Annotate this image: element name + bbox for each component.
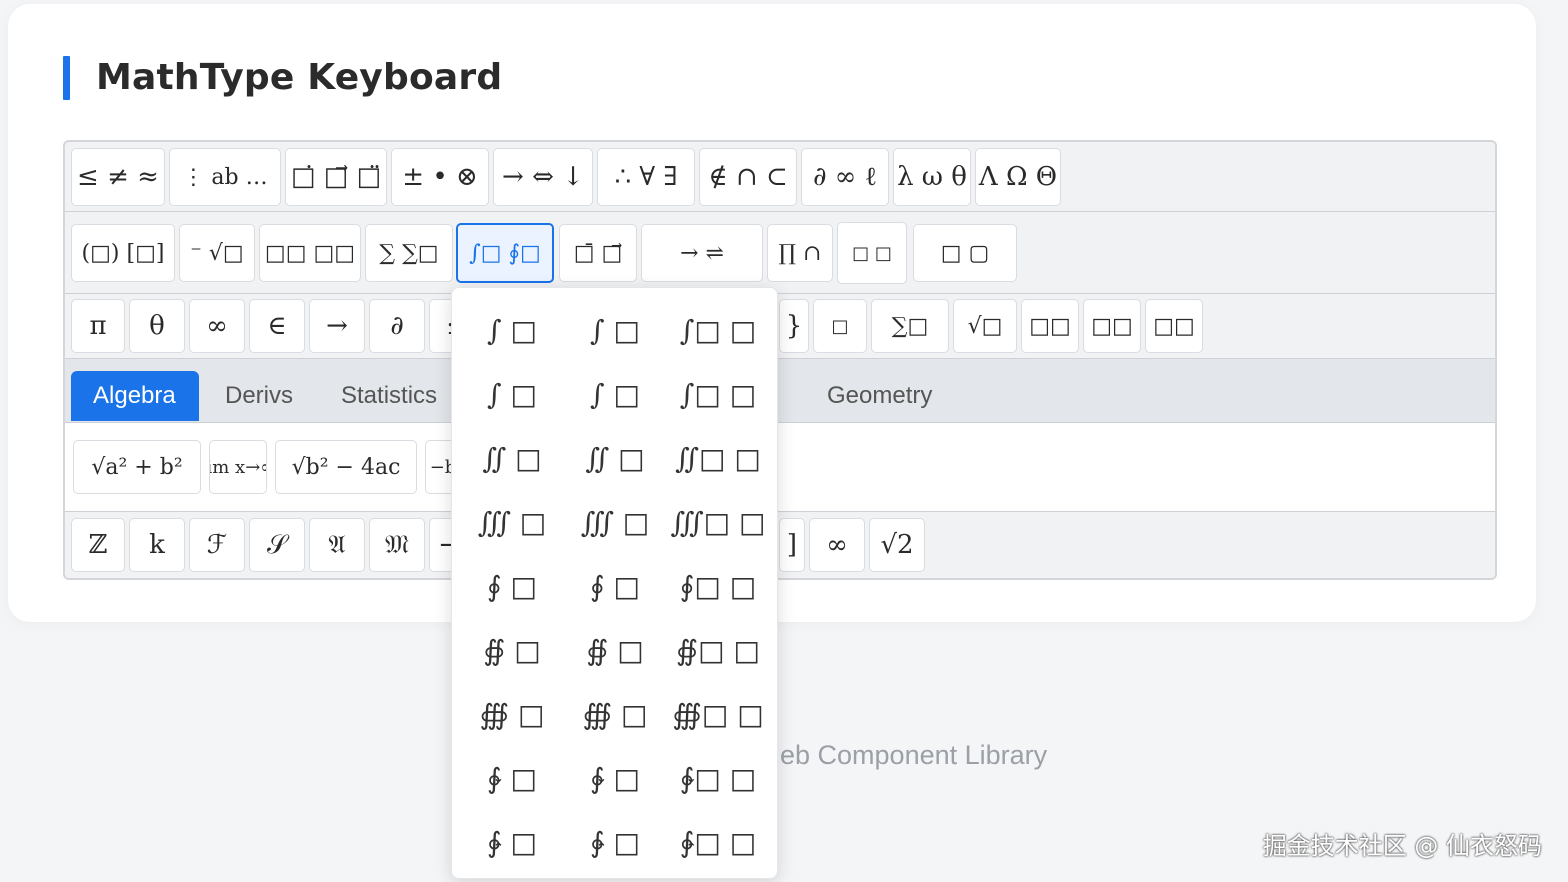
key-fences[interactable]: (□) [□] xyxy=(71,224,175,282)
clockwise-contour-integral-option[interactable]: ∲ □ xyxy=(462,750,562,806)
triple-integral-option[interactable]: ∭□ □ xyxy=(668,494,768,550)
page-title: MathType Keyboard xyxy=(96,57,503,98)
key-greek-lower[interactable]: λ ω θ xyxy=(893,148,971,206)
key-scripts[interactable]: □□ □□ xyxy=(259,224,361,282)
key-bracket[interactable]: ] xyxy=(779,518,805,572)
symbol-group-row: ≤ ≠ ≈ ⋮ ab … □̇ □⃗ □̈ ± • ⊗ → ⇔ ↓ ∴ ∀ ∃ … xyxy=(65,142,1495,212)
contour-integral-option[interactable]: ∮ □ xyxy=(565,558,665,614)
double-integral-option[interactable]: ∬□ □ xyxy=(668,430,768,486)
key-superscript[interactable]: □□ xyxy=(1021,299,1079,353)
triple-integral-option[interactable]: ∭ □ xyxy=(462,494,562,550)
key-sub-superscript[interactable]: □□ xyxy=(1145,299,1203,353)
key-right-arrow[interactable]: → xyxy=(309,299,365,353)
volume-integral-option[interactable]: ∰□ □ xyxy=(668,686,768,742)
key-sqrt-template[interactable]: √□ xyxy=(953,299,1017,353)
key-fraktur-a[interactable]: 𝔄 xyxy=(309,518,365,572)
key-boxes[interactable]: □ ▢ xyxy=(913,224,1017,282)
integral-option[interactable]: ∫□ □ xyxy=(668,366,768,422)
key-arrows[interactable]: → ⇔ ↓ xyxy=(493,148,593,206)
volume-integral-option[interactable]: ∰ □ xyxy=(565,686,665,742)
key-infinity[interactable]: ∞ xyxy=(189,299,245,353)
common-symbols-row: π θ ∞ ∈ → ∂ ≤ } □ ∑□ √□ □□ □□ □□ xyxy=(65,294,1495,359)
integral-option[interactable]: ∫□ □ xyxy=(668,302,768,358)
integral-option[interactable]: ∫ □ xyxy=(565,366,665,422)
tab-geometry[interactable]: Geometry xyxy=(805,371,955,421)
watermark: 掘金技术社区 @ 仙衣怒码 xyxy=(1262,832,1542,860)
key-subscript[interactable]: □□ xyxy=(1083,299,1141,353)
key-partial[interactable]: ∂ xyxy=(369,299,425,353)
category-tabs: Algebra Derivs Statistics Geometry xyxy=(65,359,1495,423)
key-stack[interactable]: □ xyxy=(813,299,867,353)
math-keyboard: ≤ ≠ ≈ ⋮ ab … □̇ □⃗ □̈ ± • ⊗ → ⇔ ↓ ∴ ∀ ∃ … xyxy=(63,140,1497,580)
contour-integral-option[interactable]: ∮ □ xyxy=(462,558,562,614)
key-fraktur-m[interactable]: 𝔐 xyxy=(369,518,425,572)
key-sets[interactable]: ∉ ∩ ⊂ xyxy=(699,148,797,206)
key-integrals[interactable]: ∫□ ∮□ xyxy=(456,223,554,283)
key-labeled-arrows[interactable]: → ⇌ xyxy=(641,224,763,282)
key-sqrt-two[interactable]: √2 xyxy=(869,518,925,572)
styled-letters-row: ℤ k ℱ 𝒮 𝔄 𝔐 − ] ∞ √2 xyxy=(65,512,1495,578)
key-italic-k[interactable]: k xyxy=(129,518,185,572)
surface-integral-option[interactable]: ∯ □ xyxy=(565,622,665,678)
key-element-of[interactable]: ∈ xyxy=(249,299,305,353)
key-infinity-2[interactable]: ∞ xyxy=(809,518,865,572)
title-accent-bar xyxy=(63,56,70,100)
double-integral-option[interactable]: ∬ □ xyxy=(462,430,562,486)
key-logic[interactable]: ∴ ∀ ∃ xyxy=(597,148,695,206)
tab-statistics[interactable]: Statistics xyxy=(319,371,465,421)
key-products[interactable]: ∏ ∩ xyxy=(767,224,833,282)
key-fraction-radical[interactable]: ⁻ √□ xyxy=(179,224,255,282)
key-pi[interactable]: π xyxy=(71,299,125,353)
clockwise-contour-integral-option[interactable]: ∲ □ xyxy=(565,750,665,806)
key-integers[interactable]: ℤ xyxy=(71,518,125,572)
key-sum-template[interactable]: ∑□ xyxy=(871,299,949,353)
integrals-dropdown: ∫ □ ∫ □ ∫□ □ ∫ □ ∫ □ ∫□ □ ∬ □ ∬ □ ∬□ □ ∭… xyxy=(451,287,778,879)
key-operators[interactable]: ± • ⊗ xyxy=(391,148,489,206)
integral-option[interactable]: ∫ □ xyxy=(462,302,562,358)
key-theta[interactable]: θ xyxy=(129,299,185,353)
anticlockwise-contour-integral-option[interactable]: ∳ □ xyxy=(462,814,562,870)
key-relations[interactable]: ≤ ≠ ≈ xyxy=(71,148,165,206)
surface-integral-option[interactable]: ∯□ □ xyxy=(668,622,768,678)
key-limit[interactable]: lim x→∞ xyxy=(209,440,267,494)
key-greek-upper[interactable]: Λ Ω Θ xyxy=(975,148,1061,206)
key-dots[interactable]: ⋮ ab … xyxy=(169,148,281,206)
key-matrices[interactable]: □ □ xyxy=(837,222,907,284)
volume-integral-option[interactable]: ∰ □ xyxy=(462,686,562,742)
contour-integral-option[interactable]: ∮□ □ xyxy=(668,558,768,614)
integral-option[interactable]: ∫ □ xyxy=(565,302,665,358)
anticlockwise-contour-integral-option[interactable]: ∳ □ xyxy=(565,814,665,870)
key-calculus[interactable]: ∂ ∞ ℓ xyxy=(801,148,889,206)
surface-integral-option[interactable]: ∯ □ xyxy=(462,622,562,678)
key-brace[interactable]: } xyxy=(779,299,809,353)
key-accents[interactable]: □̇ □⃗ □̈ xyxy=(285,148,387,206)
key-script-f[interactable]: ℱ xyxy=(189,518,245,572)
double-integral-option[interactable]: ∬ □ xyxy=(565,430,665,486)
key-script-s[interactable]: 𝒮 xyxy=(249,518,305,572)
tab-algebra[interactable]: Algebra xyxy=(71,371,199,421)
tab-derivs[interactable]: Derivs xyxy=(203,371,311,421)
template-group-row: (□) [□] ⁻ √□ □□ □□ ∑ ∑□ ∫□ ∮□ □̄ □⃗ → ⇌ … xyxy=(65,212,1495,294)
key-overbars[interactable]: □̄ □⃗ xyxy=(559,224,637,282)
triple-integral-option[interactable]: ∭ □ xyxy=(565,494,665,550)
anticlockwise-contour-integral-option[interactable]: ∳□ □ xyxy=(668,814,768,870)
footer-caption: eb Component Library xyxy=(780,740,1048,770)
key-summation[interactable]: ∑ ∑□ xyxy=(365,224,453,282)
integral-option[interactable]: ∫ □ xyxy=(462,366,562,422)
clockwise-contour-integral-option[interactable]: ∲□ □ xyxy=(668,750,768,806)
key-pythagorean[interactable]: √a² + b² xyxy=(73,440,201,494)
key-discriminant[interactable]: √b² − 4ac xyxy=(275,440,417,494)
formula-row: √a² + b² lim x→∞ √b² − 4ac −b xyxy=(65,423,1495,512)
